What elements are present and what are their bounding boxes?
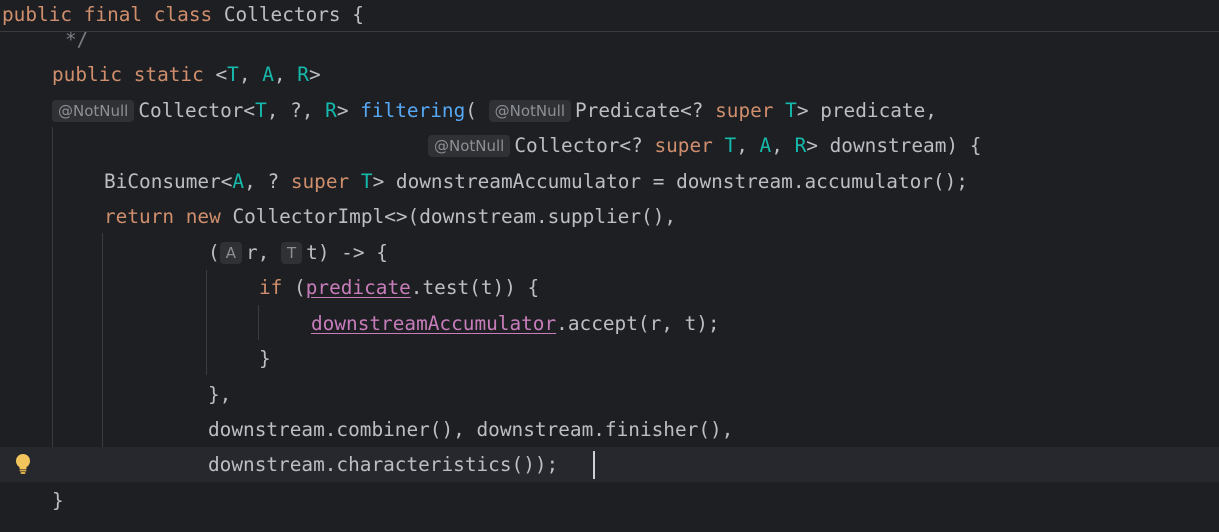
code-line: @NotNull Collector<T, ?, R> filtering( @N… — [52, 93, 1219, 128]
inlay-hint[interactable]: @NotNull — [428, 134, 511, 157]
field-reference[interactable]: downstreamAccumulator — [311, 312, 556, 335]
method-name[interactable]: filtering — [360, 99, 465, 122]
code-line: @NotNull Collector<? super T, A, R> downs… — [428, 128, 1219, 163]
code-line: public static <T, A, R> — [52, 63, 321, 86]
sticky-class-header[interactable]: public final class Collectors { — [0, 0, 1219, 32]
code-line: (Ar, Tt) -> { — [208, 241, 388, 264]
code-line: }, — [208, 383, 232, 406]
code-line: downstreamAccumulator.accept(r, t); — [311, 312, 720, 335]
code-line: BiConsumer<A, ? super T> downstreamAccum… — [104, 170, 968, 193]
code-line: downstream.combiner(), downstream.finish… — [208, 418, 734, 441]
code-line: } — [259, 347, 271, 370]
sticky-header-line: public final class Collectors { — [2, 3, 364, 26]
code-line: } — [52, 489, 64, 512]
indent-guide — [52, 127, 53, 482]
text-caret — [593, 451, 595, 479]
indent-guide — [102, 233, 103, 482]
inlay-hint[interactable]: A — [219, 241, 242, 264]
inlay-hint[interactable]: @NotNull — [488, 99, 571, 122]
indent-guide — [206, 270, 207, 375]
code-line: downstream.characteristics()); — [208, 453, 559, 476]
lightbulb-icon[interactable] — [13, 452, 33, 476]
indent-guide — [258, 305, 259, 340]
inlay-hint[interactable]: T — [280, 241, 303, 264]
inlay-hint[interactable]: @NotNull — [52, 99, 135, 122]
class-name: Collectors — [223, 3, 341, 26]
field-reference[interactable]: predicate — [306, 276, 411, 299]
code-line: return new CollectorImpl<>(downstream.su… — [104, 205, 677, 228]
code-line: if (predicate.test(t)) { — [259, 276, 540, 299]
